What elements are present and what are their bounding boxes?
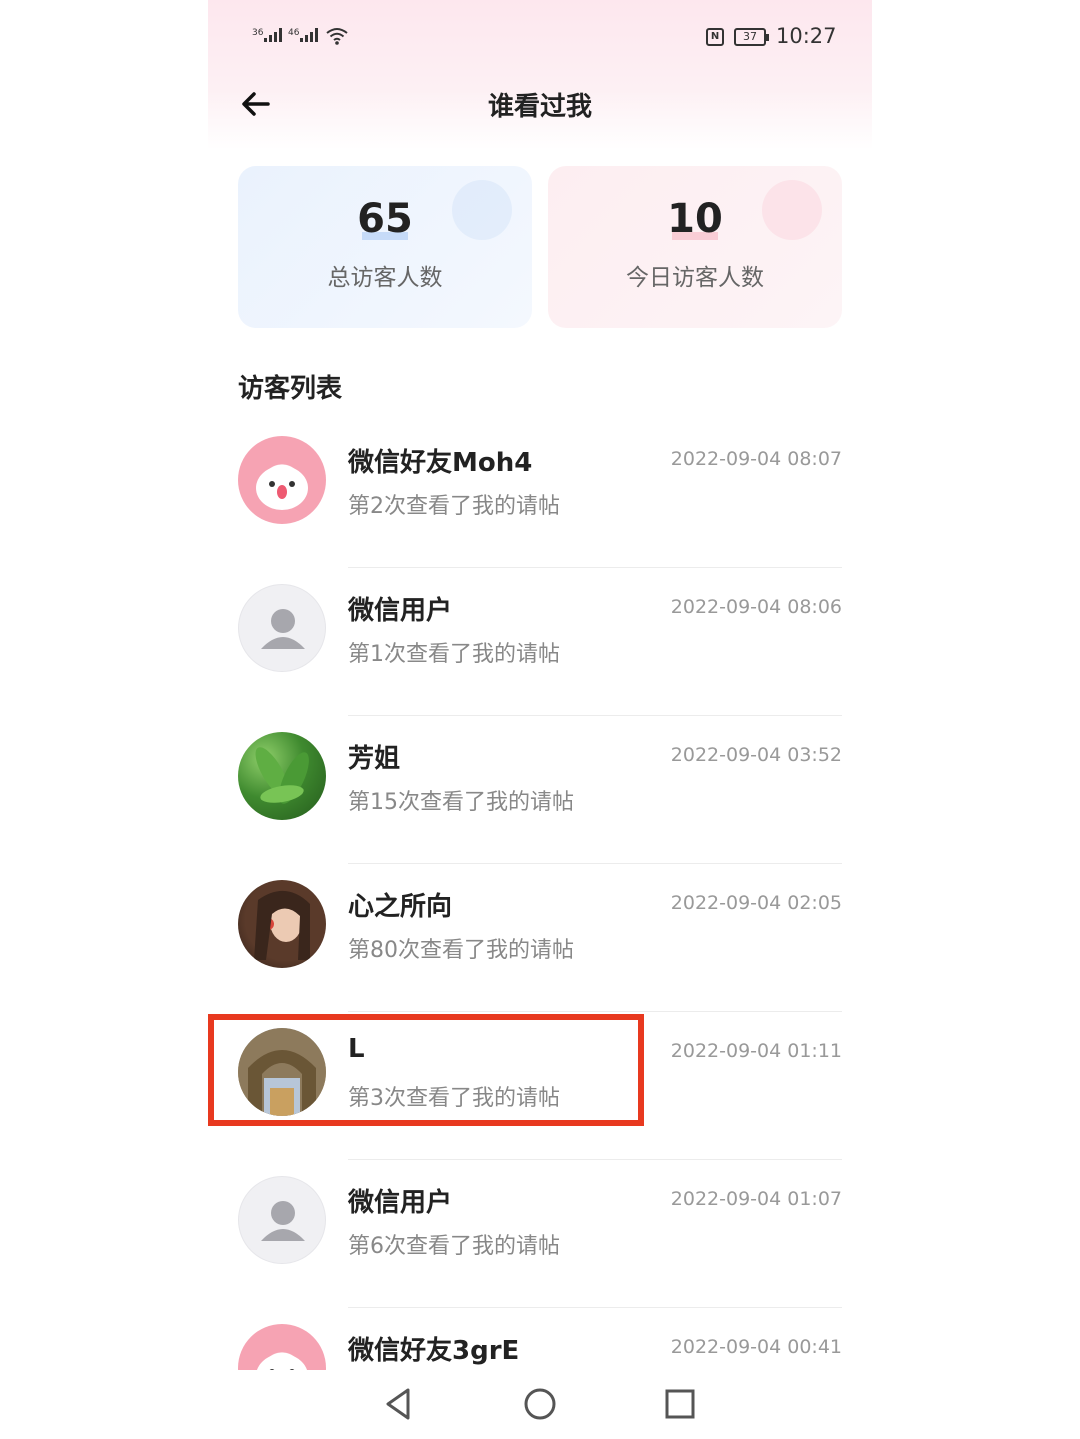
visit-time: 2022-09-04 02:05 [670,892,842,914]
user-icon [261,609,305,649]
today-visitors-count: 10 [667,196,723,242]
phone-screen: 36 46 N 37 10:27 谁看过我 65 总访客人数 10 今日访客人数 [208,0,872,1439]
avatar [238,732,326,820]
user-icon [261,1201,305,1241]
girl-avatar [254,890,310,960]
visit-time: 2022-09-04 08:06 [670,596,842,618]
battery-icon: 37 [734,28,769,46]
section-title: 访客列表 [238,374,343,404]
avatar [238,584,326,672]
visitor-views: 第3次查看了我的请帖 [348,1086,560,1111]
visitor-name: L [348,1034,365,1064]
pink-pig-avatar [256,466,308,510]
avatar [238,1324,326,1370]
signal-icon [264,28,282,42]
visitor-name: 芳姐 [348,744,401,774]
page-title: 谁看过我 [487,92,592,122]
today-visitors-card: 10 今日访客人数 [548,166,842,328]
system-nav-bar [208,1370,872,1439]
list-item[interactable]: L 第3次查看了我的请帖 2022-09-04 01:11 [208,1012,872,1160]
list-item[interactable]: 芳姐 第15次查看了我的请帖 2022-09-04 03:52 [208,716,872,864]
visitor-views: 第6次查看了我的请帖 [348,1234,560,1259]
avatar [238,436,326,524]
pink-pig-avatar [256,1354,308,1370]
list-item[interactable]: 心之所向 第80次查看了我的请帖 2022-09-04 02:05 [208,864,872,1012]
avatar [238,880,326,968]
visitor-views: 第2次查看了我的请帖 [348,494,560,519]
status-bar: 36 46 N 37 10:27 [208,20,872,56]
visit-time: 2022-09-04 01:07 [670,1188,842,1210]
wifi-icon [326,28,348,45]
visit-time: 2022-09-04 08:07 [670,448,842,470]
signal-icon [300,28,318,42]
visitor-list[interactable]: 微信好友Moh4 第2次查看了我的请帖 2022-09-04 08:07 微信用… [208,420,872,1370]
triangle-back-icon[interactable] [380,1384,420,1424]
nfc-icon: N [706,28,724,46]
visit-time: 2022-09-04 03:52 [670,744,842,766]
total-visitors-label: 总访客人数 [327,265,443,291]
visitor-views: 第80次查看了我的请帖 [348,938,574,963]
avatar [238,1176,326,1264]
today-visitors-label: 今日访客人数 [626,265,764,291]
visitor-name: 微信用户 [348,596,453,626]
list-item[interactable]: 微信好友3grE 2022-09-04 00:41 [208,1308,872,1370]
visitor-views: 第1次查看了我的请帖 [348,642,560,667]
avatar [238,1028,326,1116]
leaf-avatar [255,747,309,804]
visitor-name: 微信用户 [348,1188,453,1218]
visitor-name: 微信好友3grE [348,1336,520,1366]
visitor-views: 第15次查看了我的请帖 [348,790,574,815]
list-item[interactable]: 微信用户 第6次查看了我的请帖 2022-09-04 01:07 [208,1160,872,1308]
sim1-label: 36 [252,28,264,38]
arch-avatar [238,1028,326,1116]
list-item[interactable]: 微信好友Moh4 第2次查看了我的请帖 2022-09-04 08:07 [208,420,872,568]
visitor-name: 微信好友Moh4 [348,448,533,478]
battery-level: 37 [743,30,757,43]
list-item[interactable]: 微信用户 第1次查看了我的请帖 2022-09-04 08:06 [208,568,872,716]
total-visitors-count: 65 [357,196,413,242]
visitor-name: 心之所向 [348,892,453,922]
visit-time: 2022-09-04 00:41 [670,1336,842,1358]
circle-home-icon[interactable] [520,1384,560,1424]
sim2-label: 46 [288,28,300,38]
visit-time: 2022-09-04 01:11 [670,1040,842,1062]
status-time: 10:27 [776,24,837,48]
total-visitors-card: 65 总访客人数 [238,166,532,328]
square-recents-icon[interactable] [660,1384,700,1424]
